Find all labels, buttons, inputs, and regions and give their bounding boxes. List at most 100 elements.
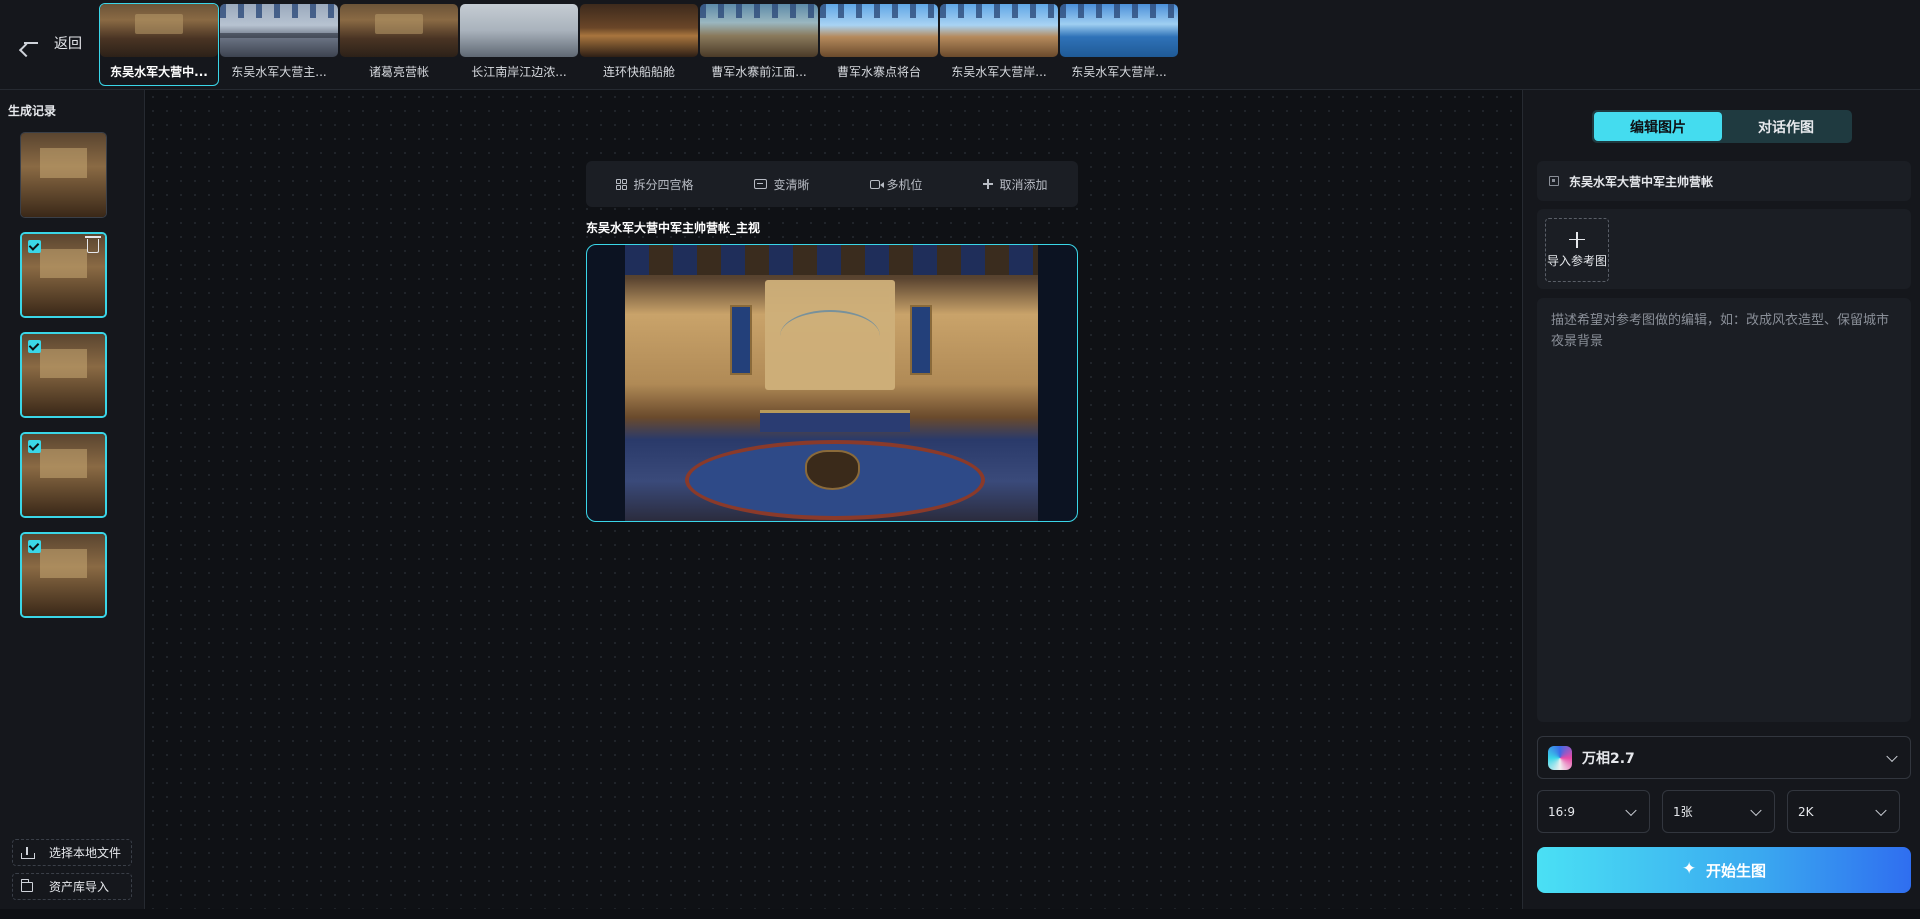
scene-thumbnail-image xyxy=(1060,4,1178,57)
asset-library-import-label: 资产库导入 xyxy=(49,880,110,894)
asset-library-import-button[interactable]: 资产库导入 xyxy=(12,873,132,900)
import-reference-button[interactable]: 导入参考图 xyxy=(1545,218,1609,282)
history-item[interactable] xyxy=(20,532,107,618)
generate-button[interactable]: 开始生图 xyxy=(1537,847,1911,893)
scene-thumbnail[interactable]: 诸葛亮营帐 xyxy=(340,4,458,85)
tab-edit-image[interactable]: 编辑图片 xyxy=(1594,112,1722,141)
canvas-area[interactable]: 拆分四宫格 变清晰 多机位 取消添加 东吴水军大营中军主帅营帐_主视 xyxy=(146,90,1521,909)
resolution-select[interactable]: 2K xyxy=(1787,790,1900,833)
scene-name-card: 东吴水军大营中军主帅营帐 xyxy=(1537,161,1911,201)
scene-thumbnail[interactable]: 曹军水寨点将台 xyxy=(820,4,938,85)
scene-thumbnail[interactable]: 东吴水军大营主... xyxy=(220,4,338,85)
scene-thumbnail[interactable]: 东吴水军大营岸... xyxy=(940,4,1058,85)
upload-icon xyxy=(21,846,35,859)
chevron-down-icon xyxy=(1886,750,1898,762)
scene-thumbnail[interactable]: 东吴水军大营岸... xyxy=(1060,4,1178,85)
cancel-add-button[interactable]: 取消添加 xyxy=(983,176,1048,193)
hd-icon xyxy=(754,179,768,189)
scene-thumbnail-image xyxy=(700,4,818,57)
scene-icon xyxy=(1549,176,1559,186)
checkbox-checked-icon[interactable] xyxy=(28,340,41,353)
image-toolbar: 拆分四宫格 变清晰 多机位 取消添加 xyxy=(586,161,1078,207)
back-button[interactable]: 返回 xyxy=(22,30,82,56)
mode-tabs: 编辑图片 对话作图 xyxy=(1592,110,1852,143)
import-reference-label: 导入参考图 xyxy=(1546,253,1607,268)
back-label: 返回 xyxy=(54,36,82,52)
scene-thumbnail-image xyxy=(580,4,698,57)
grid-icon xyxy=(616,178,628,190)
scene-thumbnail-label: 东吴水军大营岸... xyxy=(1071,65,1167,79)
chevron-down-icon xyxy=(1625,804,1637,816)
scene-thumbnail-image xyxy=(340,4,458,57)
tab-chat-draw[interactable]: 对话作图 xyxy=(1722,112,1850,141)
plus-icon xyxy=(983,179,994,189)
arrow-left-icon xyxy=(22,34,40,52)
history-title: 生成记录 xyxy=(8,104,57,118)
scene-thumbnail[interactable]: 长江南岸江边浓... xyxy=(460,4,578,85)
checkbox-checked-icon[interactable] xyxy=(28,540,41,553)
camera-icon xyxy=(870,179,885,189)
model-select[interactable]: 万相2.7 xyxy=(1537,736,1911,779)
enhance-button[interactable]: 变清晰 xyxy=(754,176,810,193)
model-logo-icon xyxy=(1548,745,1572,770)
scene-thumbnail-label: 诸葛亮营帐 xyxy=(368,65,429,79)
history-item[interactable] xyxy=(20,132,107,218)
scene-thumbnail[interactable]: 连环快船船舱 xyxy=(580,4,698,85)
chevron-down-icon xyxy=(1750,804,1762,816)
prompt-input[interactable] xyxy=(1537,298,1911,722)
count-select[interactable]: 1张 xyxy=(1662,790,1775,833)
sparkle-icon xyxy=(1682,859,1698,879)
history-list xyxy=(20,132,107,632)
scene-name: 东吴水军大营中军主帅营帐 xyxy=(1569,174,1714,189)
split-grid-button[interactable]: 拆分四宫格 xyxy=(616,176,694,193)
scene-topbar: 返回 东吴水军大营中... 东吴水军大营主... 诸葛亮营帐 长江南岸江边浓... 连环… xyxy=(0,0,1920,90)
scene-thumbnail-label: 曹军水寨点将台 xyxy=(836,65,921,79)
reference-card: 导入参考图 xyxy=(1537,209,1911,289)
generate-label: 开始生图 xyxy=(1705,861,1766,880)
multi-camera-label: 多机位 xyxy=(886,177,923,192)
scene-strip: 东吴水军大营中... 东吴水军大营主... 诸葛亮营帐 长江南岸江边浓... 连环快船船… xyxy=(99,3,1178,86)
scene-thumbnail-label: 连环快船船舱 xyxy=(602,65,675,79)
scene-thumbnail-label: 东吴水军大营岸... xyxy=(951,65,1047,79)
image-title: 东吴水军大营中军主帅营帐_主视 xyxy=(586,221,761,235)
add-icon xyxy=(1569,231,1585,248)
scene-thumbnail[interactable]: 东吴水军大营中... xyxy=(99,3,219,86)
enhance-label: 变清晰 xyxy=(773,177,810,192)
prompt-card xyxy=(1537,298,1911,722)
scene-thumbnail-label: 曹军水寨前江面... xyxy=(711,65,807,79)
chevron-down-icon xyxy=(1875,804,1887,816)
scene-thumbnail-label: 长江南岸江边浓... xyxy=(471,65,567,79)
scene-thumbnail-label: 东吴水军大营中... xyxy=(110,65,208,79)
history-item[interactable] xyxy=(20,432,107,518)
app-window: 返回 东吴水军大营中... 东吴水军大营主... 诸葛亮营帐 长江南岸江边浓... 连环… xyxy=(0,0,1920,919)
edit-panel: 编辑图片 对话作图 东吴水军大营中军主帅营帐 导入参考图 万相2.7 16:9 xyxy=(1522,90,1920,909)
history-item[interactable] xyxy=(20,232,107,318)
split-grid-label: 拆分四宫格 xyxy=(633,177,694,192)
main-image xyxy=(625,245,1038,521)
scene-thumbnail-image xyxy=(220,4,338,57)
aspect-ratio-value: 16:9 xyxy=(1548,804,1575,819)
scene-thumbnail-image xyxy=(940,4,1058,57)
model-name: 万相2.7 xyxy=(1582,750,1635,767)
scene-thumbnail[interactable]: 曹军水寨前江面... xyxy=(700,4,818,85)
scene-thumbnail-image xyxy=(820,4,938,57)
scene-thumbnail-image xyxy=(460,4,578,57)
resolution-value: 2K xyxy=(1798,804,1814,819)
select-local-file-button[interactable]: 选择本地文件 xyxy=(12,839,132,866)
scene-thumbnail-image xyxy=(100,4,218,57)
trash-icon[interactable] xyxy=(85,236,101,253)
multi-camera-button[interactable]: 多机位 xyxy=(870,176,923,193)
folder-icon xyxy=(20,878,33,892)
count-value: 1张 xyxy=(1673,805,1693,819)
cancel-add-label: 取消添加 xyxy=(999,177,1048,192)
aspect-ratio-select[interactable]: 16:9 xyxy=(1537,790,1650,833)
checkbox-checked-icon[interactable] xyxy=(28,440,41,453)
main-image-frame[interactable] xyxy=(586,244,1078,522)
history-thumbnail xyxy=(21,133,106,217)
history-panel: 生成记录 选择本地文件 资产库导入 xyxy=(0,90,145,909)
checkbox-checked-icon[interactable] xyxy=(28,240,41,253)
scene-thumbnail-label: 东吴水军大营主... xyxy=(231,65,327,79)
select-local-file-label: 选择本地文件 xyxy=(49,846,122,860)
map-illustration xyxy=(765,280,895,390)
history-item[interactable] xyxy=(20,332,107,418)
